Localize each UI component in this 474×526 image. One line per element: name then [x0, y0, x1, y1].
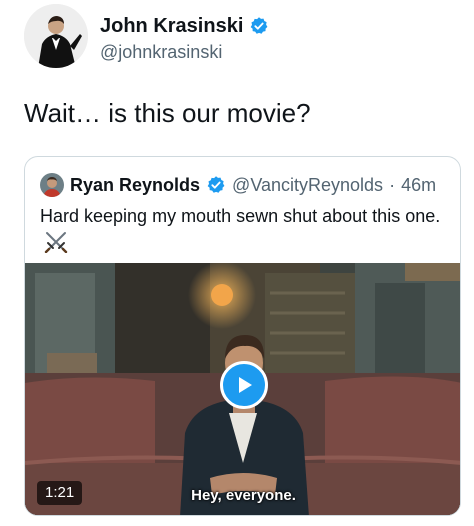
verified-badge-icon — [207, 176, 225, 193]
author-name-row[interactable]: John Krasinski — [100, 14, 269, 38]
video-player[interactable]: 1:21 Hey, everyone. — [25, 263, 460, 515]
quoted-tweet-text-block: Hard keeping my mouth sewn shut about th… — [40, 203, 450, 255]
quoted-tweet-text: Hard keeping my mouth sewn shut about th… — [40, 206, 441, 226]
quoted-author-avatar[interactable] — [40, 173, 64, 197]
crossed-swords-icon — [44, 232, 68, 253]
quoted-tweet-header: Ryan Reynolds @VancityReynolds · 46m — [40, 173, 436, 197]
play-icon — [239, 377, 252, 393]
author-avatar[interactable] — [24, 4, 88, 68]
author-handle[interactable]: @johnkrasinski — [100, 41, 222, 63]
play-button[interactable] — [220, 361, 268, 409]
quoted-tweet-time[interactable]: 46m — [401, 175, 436, 196]
video-subtitle: Hey, everyone. — [191, 487, 296, 504]
tweet-text: Wait… is this our movie? — [24, 98, 311, 128]
quoted-author-handle[interactable]: @VancityReynolds — [232, 175, 383, 196]
author-name[interactable]: John Krasinski — [100, 14, 243, 38]
tweet-author: John Krasinski @johnkrasinski — [24, 4, 444, 68]
quoted-author-name[interactable]: Ryan Reynolds — [70, 175, 200, 196]
separator-dot: · — [389, 174, 396, 195]
quoted-tweet-card[interactable]: Ryan Reynolds @VancityReynolds · 46m Har… — [24, 156, 461, 516]
verified-badge-icon — [251, 17, 268, 34]
